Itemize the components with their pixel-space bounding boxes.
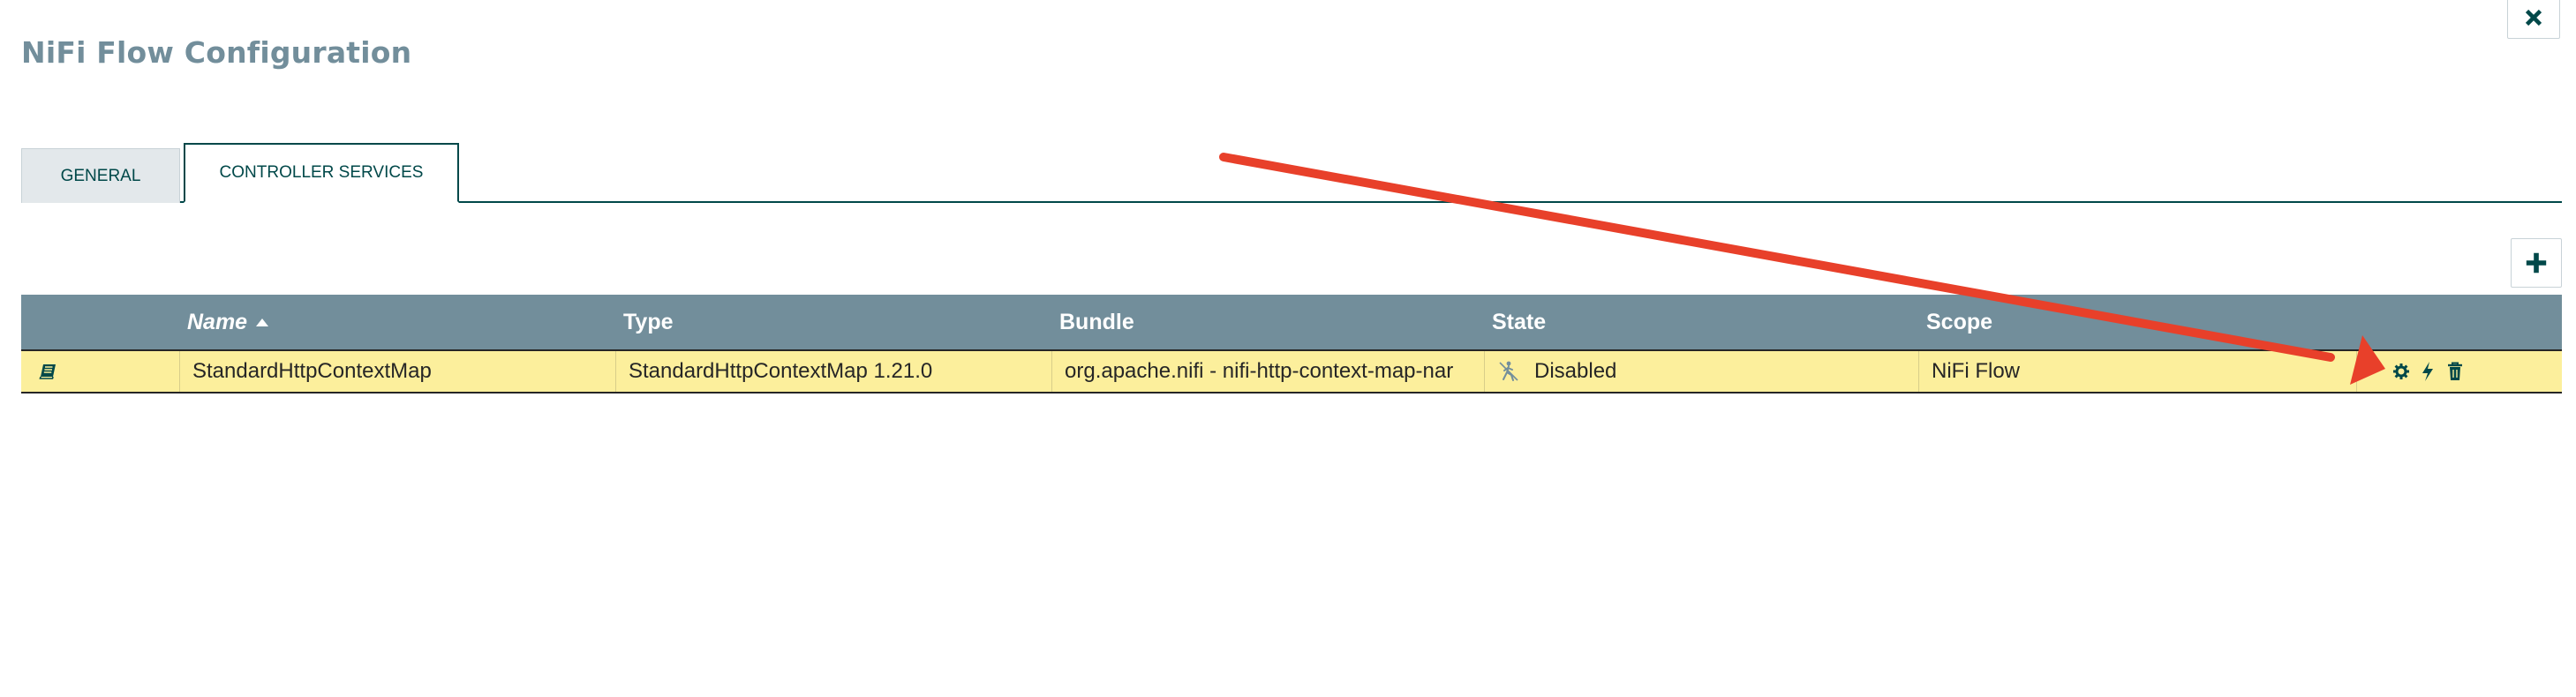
row-type: StandardHttpContextMap 1.21.0 <box>616 351 1052 392</box>
row-scope: NiFi Flow <box>1919 351 2357 392</box>
tab-bar: General Controller Services <box>21 143 2562 203</box>
row-name: StandardHttpContextMap <box>180 351 616 392</box>
table-row[interactable]: StandardHttpContextMap StandardHttpConte… <box>21 349 2562 393</box>
column-header-bundle[interactable]: Bundle <box>1052 295 1485 349</box>
controller-services-table: Name Type Bundle State Scope StandardHtt… <box>21 295 2562 393</box>
tab-controller-services[interactable]: Controller Services <box>184 143 459 203</box>
usage-book-icon[interactable] <box>39 363 58 380</box>
tab-general[interactable]: General <box>21 148 180 203</box>
close-button[interactable] <box>2507 0 2560 39</box>
column-header-type[interactable]: Type <box>616 295 1052 349</box>
column-header-name-label: Name <box>187 309 248 334</box>
row-bundle: org.apache.nifi - nifi-http-context-map-… <box>1052 351 1485 392</box>
enable-icon[interactable] <box>2421 361 2435 382</box>
row-state-label: Disabled <box>1534 359 1617 383</box>
plus-icon <box>2524 251 2549 275</box>
column-header-name[interactable]: Name <box>180 295 616 349</box>
sort-ascending-icon <box>256 318 269 326</box>
disabled-state-icon <box>1497 360 1520 383</box>
column-header-state[interactable]: State <box>1485 295 1919 349</box>
row-state: Disabled <box>1485 351 1919 392</box>
close-icon <box>2522 6 2545 29</box>
row-actions <box>2357 351 2562 392</box>
configure-icon[interactable] <box>2392 363 2410 380</box>
table-header: Name Type Bundle State Scope <box>21 295 2562 349</box>
column-header-scope[interactable]: Scope <box>1919 295 2357 349</box>
row-details-cell[interactable] <box>21 351 180 392</box>
delete-icon[interactable] <box>2447 362 2463 381</box>
add-controller-service-button[interactable] <box>2511 238 2562 288</box>
dialog-title: NiFi Flow Configuration <box>21 35 412 70</box>
